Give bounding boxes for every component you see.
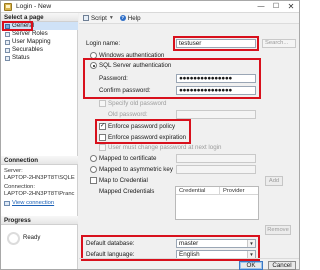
minimize-button[interactable]: — (254, 1, 268, 13)
page-item-label: Securables (12, 46, 43, 53)
page-list: General Server Roles User Mapping Secura… (1, 22, 78, 62)
map-credential-label: Map to Credential (99, 177, 148, 184)
windows-auth-radio[interactable] (90, 52, 97, 59)
login-name-input[interactable]: testuser (176, 39, 256, 48)
default-database-value: master (179, 240, 199, 247)
sql-auth-label: SQL Server authentication (99, 62, 172, 69)
select-page-header: Select a page (1, 13, 78, 22)
enforce-policy-checkbox[interactable]: ✓ (99, 123, 106, 130)
cancel-button[interactable]: Cancel (268, 261, 296, 270)
page-item-label: Status (12, 54, 30, 61)
certificate-select (176, 154, 256, 163)
progress-header: Progress (1, 216, 78, 225)
connection-header: Connection (1, 156, 78, 165)
mapped-asymmetric-radio[interactable] (90, 166, 97, 173)
map-credential-checkbox[interactable] (90, 177, 97, 184)
mapped-certificate-radio[interactable] (90, 155, 97, 162)
close-button[interactable]: ✕ (284, 1, 298, 13)
progress-spinner-icon (7, 232, 20, 245)
mapped-asymmetric-label: Mapped to asymmetric key (99, 166, 173, 173)
old-password-input (176, 110, 256, 119)
asymmetric-key-select (176, 165, 256, 174)
left-panel: Select a page General Server Roles User … (1, 13, 78, 269)
server-value: LAPTOP-2HN3PT8T\SQLE (4, 175, 75, 181)
page-icon (5, 23, 10, 29)
password-input[interactable]: ●●●●●●●●●●●●●●● (176, 74, 256, 83)
chevron-down-icon: ▼ (108, 15, 114, 21)
server-label: Server: (4, 168, 23, 174)
specify-old-password-label: Specify old password (108, 100, 167, 107)
main-panel: Script ▼ ? Help Login name: testuser Sea… (79, 13, 299, 270)
credentials-grid[interactable]: Credential Provider (175, 186, 259, 220)
page-item-label: User Mapping (12, 38, 51, 45)
maximize-button[interactable]: ☐ (269, 1, 283, 13)
login-dialog: Login - New — ☐ ✕ Select a page General … (0, 0, 300, 270)
credentials-grid-header: Credential Provider (176, 187, 258, 195)
sql-auth-radio[interactable] (90, 62, 97, 69)
default-language-value: English (179, 251, 200, 258)
title-bar: Login - New — ☐ ✕ (1, 1, 299, 13)
page-item-status[interactable]: Status (1, 54, 78, 62)
login-name-label: Login name: (86, 40, 121, 47)
page-item-general[interactable]: General (1, 22, 78, 30)
mapped-credentials-label: Mapped Credentials (99, 188, 155, 195)
properties-icon (4, 201, 10, 206)
password-label: Password: (99, 75, 128, 82)
chevron-down-icon[interactable]: ▼ (247, 251, 255, 258)
default-language-label: Default language: (86, 251, 135, 258)
must-change-checkbox[interactable] (99, 144, 106, 151)
enforce-expiration-label: Enforce password expiration (108, 134, 187, 141)
help-label: Help (127, 14, 141, 22)
mapped-certificate-label: Mapped to certificate (99, 155, 157, 162)
help-icon: ? (119, 15, 126, 21)
remove-credential-button[interactable]: Remove (265, 225, 291, 235)
script-label: Script (91, 14, 107, 22)
page-icon (5, 39, 10, 45)
chevron-down-icon[interactable]: ▼ (247, 240, 255, 247)
search-button[interactable]: Search... (262, 39, 296, 48)
dialog-footer: OK Cancel (79, 258, 299, 270)
provider-column-header: Provider (223, 188, 245, 194)
script-icon (83, 15, 89, 21)
app-icon (4, 3, 12, 11)
connection-label: Connection: (4, 184, 35, 190)
windows-auth-label: Windows authentication (99, 52, 165, 59)
toolbar: Script ▼ ? Help (79, 13, 299, 24)
script-button[interactable]: Script ▼ (83, 15, 114, 22)
page-item-label: General (12, 22, 35, 29)
window-title: Login - New (16, 3, 52, 10)
connection-value: LAPTOP-2HN3PT8T\Pranc (4, 191, 75, 197)
specify-old-password-checkbox[interactable] (99, 100, 106, 107)
page-item-user-mapping[interactable]: User Mapping (1, 38, 78, 46)
page-icon (5, 47, 10, 53)
view-connection-label: View connection (12, 200, 55, 206)
ok-button[interactable]: OK (239, 261, 263, 270)
connection-info: Server: LAPTOP-2HN3PT8T\SQLE Connection:… (4, 168, 77, 207)
page-item-server-roles[interactable]: Server Roles (1, 30, 78, 38)
page-item-securables[interactable]: Securables (1, 46, 78, 54)
help-button[interactable]: ? Help (119, 14, 141, 22)
page-icon (5, 55, 10, 61)
default-database-select[interactable]: master ▼ (176, 239, 256, 248)
page-icon (5, 31, 10, 37)
add-credential-button[interactable]: Add (265, 176, 283, 186)
confirm-password-label: Confirm password: (99, 87, 151, 94)
progress-status: Ready (23, 235, 41, 241)
credential-column-header: Credential (176, 187, 220, 194)
page-item-label: Server Roles (12, 30, 48, 37)
must-change-label: User must change password at next login (108, 144, 222, 151)
view-connection-link[interactable]: View connection (4, 200, 77, 207)
default-database-label: Default database: (86, 240, 135, 247)
enforce-policy-label: Enforce password policy (108, 123, 176, 130)
confirm-password-input[interactable]: ●●●●●●●●●●●●●●● (176, 86, 256, 95)
enforce-expiration-checkbox[interactable] (99, 134, 106, 141)
old-password-label: Old password: (108, 111, 148, 118)
